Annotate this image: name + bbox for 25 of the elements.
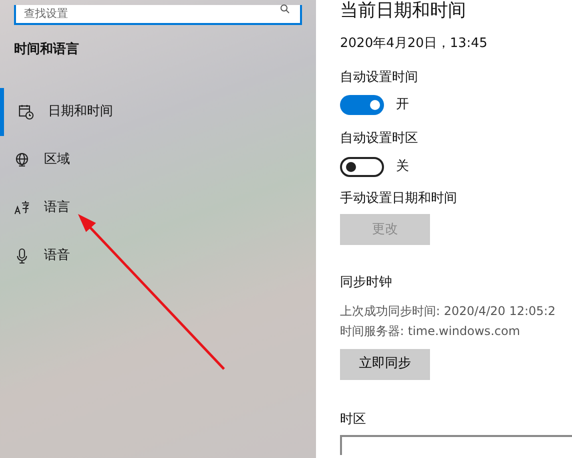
sync-info-text: 时间服务器: time.windows.com (340, 322, 520, 340)
search-icon (280, 4, 290, 14)
microphone-icon (14, 248, 30, 264)
toggle-label: 自动设置时间 (340, 68, 418, 86)
toggle-switch[interactable] (340, 95, 384, 115)
section-title: 时区 (340, 410, 366, 428)
calendar-clock-icon (18, 104, 34, 120)
search-field[interactable]: 查找设置 (14, 4, 302, 24)
nav-item[interactable]: 区域 (0, 136, 316, 184)
sidebar-title: 时间和语言 (13, 40, 79, 58)
globe-icon (14, 152, 30, 168)
toggle-label: 自动设置时区 (340, 130, 418, 148)
sync-now-button[interactable]: 立即同步 (340, 348, 430, 380)
sync-info-text: 上次成功同步时间: 2020/4/20 12:05:2 (340, 302, 556, 320)
toggle-state: 关 (396, 158, 409, 176)
toggle-state: 开 (396, 96, 409, 114)
current-date-time: 2020年4月20日，13:45 (340, 35, 488, 53)
toggle-switch[interactable] (340, 156, 384, 176)
page-title: 当前日期和时间 (340, 0, 466, 22)
language-icon (14, 200, 30, 216)
nav-item[interactable]: 语音 (0, 232, 316, 280)
section-label: 手动设置日期和时间 (340, 190, 457, 208)
timezone-dropdown[interactable] (340, 435, 572, 455)
section-title: 同步时钟 (340, 274, 392, 292)
nav-item[interactable]: 语言 (0, 184, 316, 232)
